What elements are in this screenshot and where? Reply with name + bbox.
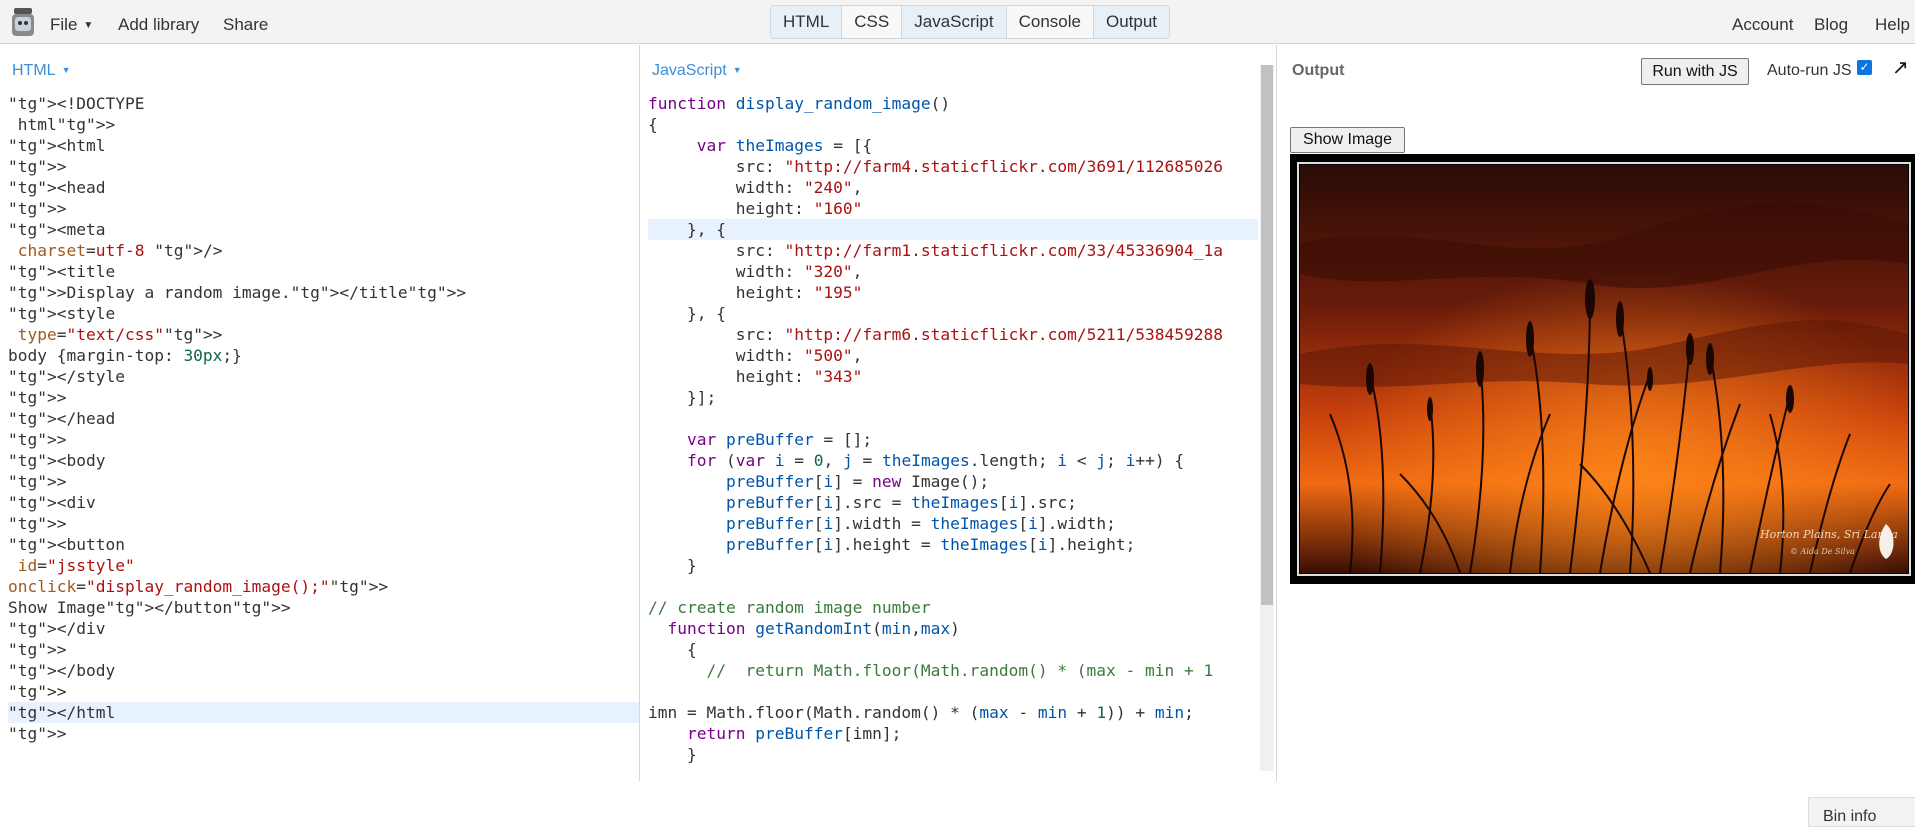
image-caption: Horton Plains, Sri Lanka (1759, 528, 1898, 541)
code-line: "tg"></div (8, 619, 106, 638)
bin-info-button[interactable]: Bin info (1808, 797, 1915, 827)
output-panel: Output Run with JS Auto-run JS ✓ ↗ Show … (1277, 45, 1915, 827)
run-with-js-button[interactable]: Run with JS (1641, 58, 1749, 85)
code-line: } (648, 745, 697, 764)
tab-html[interactable]: HTML (771, 6, 842, 38)
code-line: src: "http://farm1.staticflickr.com/33/4… (648, 241, 1224, 260)
share-button[interactable]: Share (223, 15, 268, 35)
code-line: preBuffer[i].width = theImages[i].width; (725, 514, 1116, 533)
code-line: "tg"></head (8, 409, 116, 428)
code-line: preBuffer[i].height = theImages[i].heigh… (725, 535, 1136, 554)
code-line: "tg"><title (8, 262, 116, 281)
jsbin-logo-icon[interactable] (10, 6, 36, 38)
code-line: "tg"></style (8, 367, 125, 386)
javascript-panel: JavaScript ▼ function display_random_imag… (640, 45, 1277, 781)
code-line: src: "http://farm6.staticflickr.com/5211… (648, 325, 1224, 344)
code-line: preBuffer[i].src = theImages[i].src; (725, 493, 1077, 512)
javascript-editor[interactable]: function display_random_image() { var the… (648, 93, 1258, 765)
code-line: imn = Math.floor(Math.random() * (max - … (648, 703, 1194, 722)
code-line: { (648, 115, 658, 134)
chevron-down-icon: ▼ (61, 65, 71, 75)
javascript-panel-label: JavaScript (652, 62, 727, 79)
tab-output[interactable]: Output (1093, 6, 1170, 38)
html-panel: HTML ▼ "tg"><!DOCTYPE html"tg">> "tg"><htm… (0, 45, 640, 781)
code-line: // create random image number (648, 598, 931, 617)
code-line: height: "195" (648, 283, 863, 302)
code-line: }, { (648, 219, 1258, 240)
blog-link[interactable]: Blog (1814, 15, 1848, 35)
code-line: function getRandomInt(min,max) (667, 619, 960, 638)
code-line: "tg"><html (8, 136, 106, 155)
code-line: body {margin-top: 30px;} (8, 346, 242, 365)
account-link[interactable]: Account (1732, 15, 1793, 35)
tab-javascript[interactable]: JavaScript (901, 6, 1006, 38)
code-line: width: "320", (648, 262, 863, 281)
code-line: return preBuffer[imn]; (686, 724, 902, 743)
top-bar: File ▼ Add library Share HTML CSS JavaScr… (0, 0, 1915, 44)
code-line: height: "160" (648, 199, 863, 218)
code-line: "tg"></html (8, 702, 639, 723)
file-menu[interactable]: File ▼ (50, 15, 93, 35)
file-menu-label: File (50, 15, 78, 34)
code-line: // return Math.floor(Math.random() * (ma… (648, 661, 1214, 680)
code-line: height: "343" (648, 367, 863, 386)
popout-arrow-icon[interactable]: ↗ (1892, 55, 1909, 80)
html-panel-menu[interactable]: HTML ▼ (12, 62, 70, 80)
code-line: "tg"><meta (8, 220, 106, 239)
html-panel-label: HTML (12, 62, 56, 79)
code-line: function display_random_image() (648, 94, 951, 113)
tab-console[interactable]: Console (1005, 6, 1093, 38)
code-line: } (648, 556, 697, 575)
code-line: "tg"><!DOCTYPE (8, 94, 145, 113)
code-line: preBuffer[i] = new Image(); (725, 472, 990, 491)
code-line: { (648, 640, 697, 659)
code-line: var preBuffer = []; (686, 430, 873, 449)
code-line: }, { (648, 304, 726, 323)
random-image: Horton Plains, Sri Lanka © Aida De Silva (1290, 154, 1915, 584)
sunset-grass-photo: Horton Plains, Sri Lanka © Aida De Silva (1297, 162, 1911, 576)
code-line: src: "http://farm4.staticflickr.com/3691… (648, 157, 1224, 176)
help-link[interactable]: Help (1875, 15, 1910, 35)
chevron-down-icon: ▼ (83, 20, 94, 31)
show-image-button[interactable]: Show Image (1290, 127, 1405, 153)
code-line: var theImages = [{ (696, 136, 873, 155)
javascript-scrollbar[interactable] (1260, 65, 1274, 771)
scrollbar-thumb[interactable] (1261, 65, 1273, 605)
tab-css[interactable]: CSS (841, 6, 902, 38)
code-line: "tg"><body (8, 451, 106, 470)
code-line: "tg"><head (8, 178, 106, 197)
add-library-button[interactable]: Add library (118, 15, 199, 35)
code-line: "tg"><style (8, 304, 116, 323)
image-credit: © Aida De Silva (1790, 547, 1855, 556)
panel-tabs: HTML CSS JavaScript Console Output (770, 5, 1171, 39)
code-line: }]; (648, 388, 717, 407)
code-line: width: "500", (648, 346, 863, 365)
autorun-checkbox[interactable]: ✓ (1857, 60, 1872, 75)
code-line: "tg"></body (8, 661, 116, 680)
html-editor[interactable]: "tg"><!DOCTYPE html"tg">> "tg"><html "tg">… (8, 93, 639, 744)
code-line: onclick="display_random_image();""tg">> (8, 577, 389, 596)
chevron-down-icon: ▼ (732, 65, 742, 75)
code-line: for (var i = 0, j = theImages.length; i … (686, 451, 1185, 470)
javascript-panel-menu[interactable]: JavaScript ▼ (652, 62, 742, 80)
code-line: width: "240", (648, 178, 863, 197)
output-title: Output (1292, 62, 1345, 79)
autorun-label: Auto-run JS (1767, 62, 1852, 79)
code-line: "tg"><div (8, 493, 96, 512)
code-line: "tg"><button (8, 535, 125, 554)
